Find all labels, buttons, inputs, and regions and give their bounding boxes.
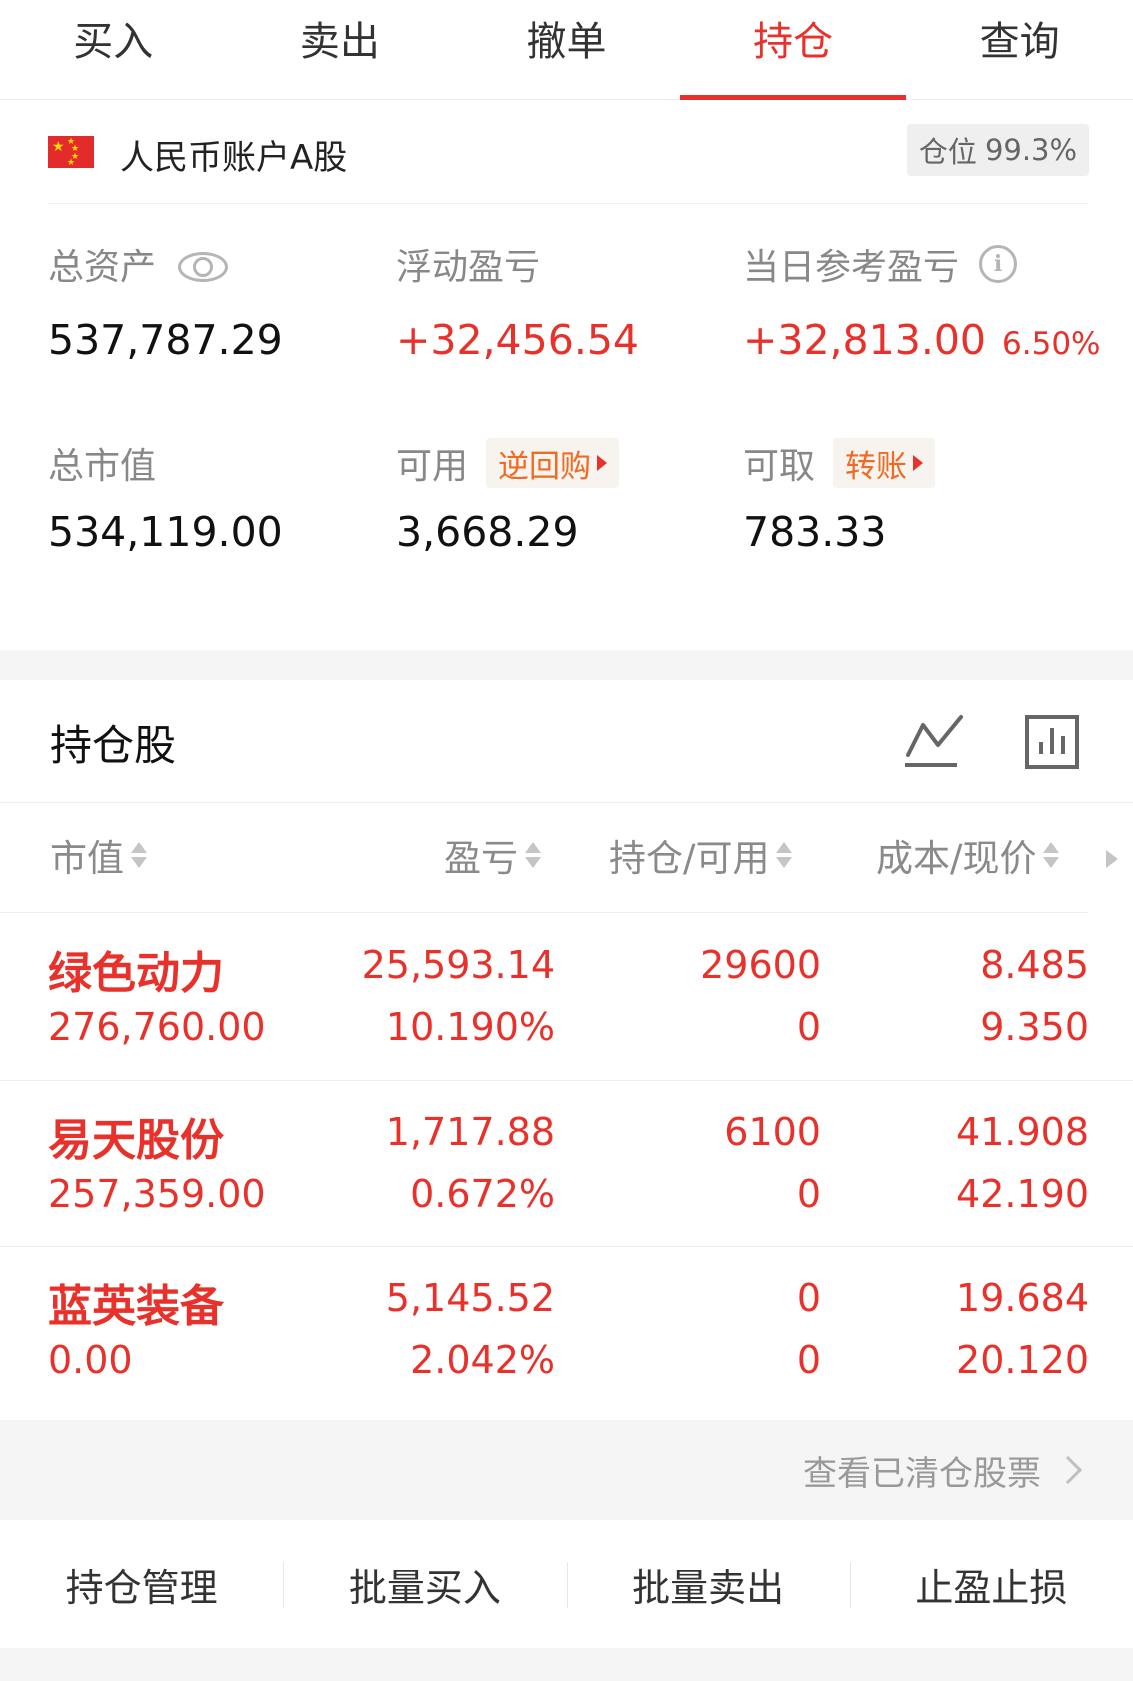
available-funds: 可用 逆回购 3,668.29 — [396, 438, 620, 556]
table-row[interactable]: 绿色动力 276,760.00 25,593.14 10.190% 29600 … — [0, 913, 1133, 1079]
batch-buy-button[interactable]: 批量买入 — [283, 1520, 566, 1648]
tab-buy[interactable]: 买入 — [0, 0, 227, 100]
available-label: 可用 — [396, 446, 469, 487]
divider — [0, 802, 1133, 803]
trade-screen: { "tabs": [ {"label": "买入", "active": fa… — [0, 0, 1133, 1681]
market-value-value: 534,119.00 — [48, 508, 283, 556]
stock-pl-percent: 0.672% — [410, 1172, 555, 1216]
tab-query[interactable]: 查询 — [906, 0, 1133, 100]
column-market-value[interactable]: 市值 — [50, 828, 148, 882]
stock-pl: 1,717.88 — [385, 1110, 555, 1154]
market-value-label: 总市值 — [48, 446, 157, 487]
market-value: 总市值 534,119.00 — [48, 438, 283, 556]
reverse-repo-link[interactable]: 逆回购 — [486, 438, 620, 488]
floating-pl-value: +32,456.54 — [396, 316, 640, 364]
take-profit-stop-loss-button[interactable]: 止盈止损 — [849, 1520, 1133, 1648]
sort-icon — [775, 841, 793, 869]
line-chart-icon[interactable] — [905, 713, 967, 768]
sort-icon — [524, 841, 542, 869]
caret-right-icon — [913, 455, 924, 471]
holdings-title: 持仓股 — [50, 721, 177, 770]
stock-price: 9.350 — [980, 1005, 1089, 1049]
stock-cost: 19.684 — [956, 1276, 1089, 1320]
stock-price: 20.120 — [956, 1338, 1089, 1382]
stock-market-value: 276,760.00 — [48, 1005, 266, 1049]
table-row[interactable]: 易天股份 257,359.00 1,717.88 0.672% 6100 0 4… — [0, 1080, 1133, 1246]
withdrawable-funds: 可取 转账 783.33 — [743, 438, 936, 556]
column-position-available[interactable]: 持仓/可用 — [609, 828, 793, 882]
more-columns-icon[interactable] — [1106, 850, 1118, 868]
tab-positions[interactable]: 持仓 — [679, 0, 907, 100]
stock-name: 绿色动力 — [48, 948, 224, 999]
holdings-panel: 持仓股 市值 盈亏 持仓/可用 成本/现价 绿色动力 276,760.00 25… — [0, 680, 1133, 1420]
position-ratio-value: 99.3% — [984, 133, 1078, 167]
cleared-stocks-label: 查看已清仓股票 — [803, 1454, 1041, 1494]
total-assets-label: 总资产 — [48, 247, 157, 288]
position-ratio-label: 仓位 — [918, 135, 977, 169]
cleared-stocks-link[interactable]: 查看已清仓股票 — [0, 1420, 1133, 1520]
withdrawable-value: 783.33 — [743, 508, 887, 556]
account-name: 人民币账户A股 — [120, 138, 348, 178]
stock-price: 42.190 — [956, 1172, 1089, 1216]
floating-pl: 浮动盈亏 +32,456.54 — [396, 238, 639, 364]
eye-icon[interactable] — [178, 249, 229, 282]
tab-sell[interactable]: 卖出 — [227, 0, 454, 100]
stock-position: 0 — [796, 1276, 821, 1320]
stock-available: 0 — [796, 1172, 821, 1216]
stock-pl-percent: 2.042% — [410, 1338, 555, 1382]
floating-pl-label: 浮动盈亏 — [396, 247, 541, 288]
stock-pl: 25,593.14 — [361, 943, 555, 987]
stock-pl: 5,145.52 — [385, 1276, 555, 1320]
manage-positions-button[interactable]: 持仓管理 — [0, 1520, 283, 1648]
sort-icon — [1042, 841, 1060, 869]
table-row[interactable]: 蓝英装备 0.00 5,145.52 2.042% 0 0 19.684 20.… — [0, 1246, 1133, 1412]
info-icon[interactable]: i — [979, 245, 1018, 283]
bar-chart-icon[interactable] — [1024, 714, 1080, 770]
stock-cost: 41.908 — [956, 1110, 1089, 1154]
stock-cost: 8.485 — [980, 943, 1089, 987]
total-assets: 总资产 537,787.29 — [48, 238, 283, 364]
sort-icon — [130, 841, 148, 869]
stock-name: 蓝英装备 — [48, 1281, 224, 1332]
batch-sell-button[interactable]: 批量卖出 — [566, 1520, 850, 1648]
stock-name: 易天股份 — [48, 1115, 224, 1166]
available-value: 3,668.29 — [396, 508, 579, 556]
stock-available: 0 — [796, 1338, 821, 1382]
stock-pl-percent: 10.190% — [385, 1005, 555, 1049]
daily-pl: 当日参考盈亏 i +32,813.00 6.50% — [743, 238, 1101, 364]
total-assets-value: 537,787.29 — [48, 316, 283, 364]
daily-pl-label: 当日参考盈亏 — [743, 247, 960, 288]
account-header: ★ ★ ★ ★ ★ 人民币账户A股 仓位 99.3% — [48, 100, 1089, 204]
tab-bar: 买入 卖出 撤单 持仓 查询 — [0, 0, 1133, 100]
account-summary: ★ ★ ★ ★ ★ 人民币账户A股 仓位 99.3% 总资产 537,787.2… — [0, 100, 1133, 650]
daily-pl-percent: 6.50% — [1002, 326, 1101, 362]
stock-position: 29600 — [700, 943, 821, 987]
stock-available: 0 — [796, 1005, 821, 1049]
stock-market-value: 257,359.00 — [48, 1172, 266, 1216]
stock-position: 6100 — [724, 1110, 821, 1154]
stock-market-value: 0.00 — [48, 1338, 133, 1382]
withdrawable-label: 可取 — [743, 446, 816, 487]
transfer-link[interactable]: 转账 — [833, 438, 936, 488]
caret-right-icon — [597, 455, 608, 471]
bottom-action-bar: 持仓管理 批量买入 批量卖出 止盈止损 — [0, 1520, 1133, 1648]
daily-pl-value: +32,813.00 — [743, 316, 987, 364]
china-flag-icon: ★ ★ ★ ★ ★ — [48, 136, 94, 168]
position-ratio-badge: 仓位 99.3% — [907, 124, 1089, 176]
column-cost-price[interactable]: 成本/现价 — [876, 828, 1060, 882]
tab-cancel-order[interactable]: 撤单 — [453, 0, 680, 100]
column-profit-loss[interactable]: 盈亏 — [444, 828, 542, 882]
chevron-right-icon — [1053, 1455, 1083, 1485]
